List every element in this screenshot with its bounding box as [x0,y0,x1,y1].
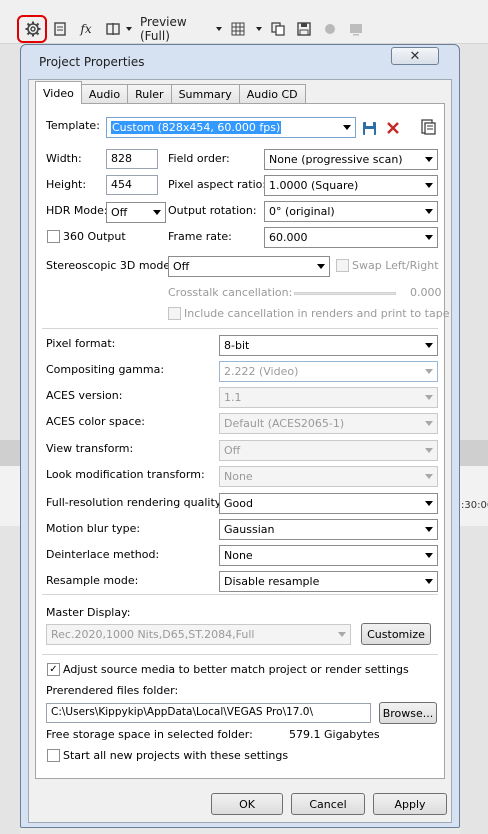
fx-icon[interactable]: fx [76,18,96,40]
dialog-client: Video Audio Ruler Summary Audio CD Templ… [28,79,452,823]
customize-button[interactable]: Customize [361,623,431,645]
pixel-aspect-label: Pixel aspect ratio: [168,178,267,191]
height-field[interactable]: 454 [106,175,158,195]
ok-button[interactable]: OK [211,793,283,815]
prerendered-folder-field[interactable]: C:\Users\Kippykip\AppData\Local\VEGAS Pr… [46,703,371,723]
look-modification-label: Look modification transform: [46,468,205,481]
hdr-mode-label: HDR Mode: [46,204,108,217]
start-all-projects-label: Start all new projects with these settin… [63,749,289,762]
tab-summary[interactable]: Summary [170,84,240,104]
compositing-gamma-label: Compositing gamma: [46,363,165,376]
output-360-checkbox[interactable] [47,230,60,243]
aces-version-label: ACES version: [46,389,123,402]
deinterlace-label: Deinterlace method: [46,548,160,561]
split-icon[interactable] [102,18,124,40]
tab-ruler[interactable]: Ruler [127,84,172,104]
app-toolbar: fx Preview (Full) [0,0,488,44]
include-cancellation-checkbox[interactable] [168,307,181,320]
field-order-dropdown[interactable]: None (progressive scan) [264,149,438,170]
free-space-value: 579.1 Gigabytes [289,728,380,741]
settings-disabled-icon [320,18,340,40]
deinterlace-dropdown[interactable]: None [219,545,438,566]
chevron-down-icon[interactable] [254,18,264,40]
template-label: Template: [46,119,100,132]
motion-blur-label: Motion blur type: [46,522,141,535]
swap-left-right-checkbox[interactable] [336,259,349,272]
hdr-mode-dropdown[interactable]: Off [106,202,166,223]
field-order-label: Field order: [168,152,230,165]
tab-audio-cd[interactable]: Audio CD [238,84,306,104]
copy-snapshot-icon[interactable] [268,18,288,40]
preview-quality-dropdown[interactable]: Preview (Full) [140,15,214,43]
output-rotation-dropdown[interactable]: 0° (original) [264,201,438,222]
output-360-label: 360 Output [63,230,126,243]
project-properties-dialog: Project Properties ✕ Video Audio Ruler S… [20,44,460,828]
dialog-title: Project Properties [39,55,145,69]
width-field[interactable]: 828 [106,149,158,169]
view-transform-label: View transform: [46,442,134,455]
match-media-settings-icon[interactable] [419,118,437,136]
monitor-disabled-icon [346,18,366,40]
save-snapshot-icon[interactable] [294,18,314,40]
stereo-mode-label: Stereoscopic 3D mode: [46,259,174,272]
resample-mode-dropdown[interactable]: Disable resample [219,571,438,592]
look-modification-dropdown[interactable]: None [219,466,438,487]
background-panel-left [0,44,20,834]
rendering-quality-label: Full-resolution rendering quality: [46,496,225,509]
start-all-projects-checkbox[interactable] [47,749,60,762]
include-cancellation-label: Include cancellation in renders and prin… [184,307,450,320]
browse-button[interactable]: Browse... [379,702,437,724]
template-dropdown[interactable]: Custom (828x454, 60.000 fps) [106,117,356,138]
save-template-icon[interactable] [360,119,378,137]
tab-audio[interactable]: Audio [80,84,129,104]
stereo-mode-dropdown[interactable]: Off [168,256,330,277]
crosstalk-value: 0.000 [410,286,442,299]
master-display-dropdown[interactable]: Rec.2020,1000 Nits,D65,ST.2084,Full [46,624,351,645]
render-icon[interactable] [50,18,70,40]
divider [42,654,438,655]
video-tab-page: Template: Custom (828x454, 60.000 fps) W… [35,103,449,779]
adjust-source-label: Adjust source media to better match proj… [63,663,409,676]
close-button[interactable]: ✕ [391,47,439,65]
rendering-quality-dropdown[interactable]: Good [219,493,438,514]
tab-video[interactable]: Video [35,81,82,104]
apply-button[interactable]: Apply [373,793,447,815]
timecode-label: :30:00 [461,500,488,511]
close-icon: ✕ [409,48,421,64]
aces-color-space-dropdown[interactable]: Default (ACES2065-1) [219,413,438,434]
frame-rate-dropdown[interactable]: 60.000 [264,227,438,248]
aces-version-dropdown[interactable]: 1.1 [219,387,438,408]
free-space-label: Free storage space in selected folder: [46,728,253,741]
master-display-label: Master Display: [46,606,131,619]
frame-rate-label: Frame rate: [168,230,232,243]
compositing-gamma-dropdown[interactable]: 2.222 (Video) [219,361,438,382]
tab-strip: Video Audio Ruler Summary Audio CD [35,81,306,104]
highlight-annotation [17,15,47,43]
cancel-button[interactable]: Cancel [291,793,365,815]
divider [42,594,438,595]
crosstalk-label: Crosstalk cancellation: [168,286,293,299]
chevron-down-icon[interactable] [124,18,134,40]
swap-left-right-label: Swap Left/Right [352,259,439,272]
crosstalk-slider[interactable] [294,292,396,295]
aces-color-space-label: ACES color space: [46,415,145,428]
height-label: Height: [46,178,87,191]
checkmark-icon: ✓ [49,663,58,675]
divider [42,328,438,329]
pixel-aspect-dropdown[interactable]: 1.0000 (Square) [264,175,438,196]
adjust-source-checkbox[interactable]: ✓ [47,663,60,676]
output-rotation-label: Output rotation: [168,204,257,217]
delete-template-icon[interactable] [384,119,402,137]
grid-icon[interactable] [228,18,248,40]
background-panel-right [460,44,488,834]
prerendered-folder-label: Prerendered files folder: [46,684,179,697]
pixel-format-label: Pixel format: [46,337,116,350]
resample-mode-label: Resample mode: [46,574,139,587]
chevron-down-icon[interactable] [214,18,224,40]
pixel-format-dropdown[interactable]: 8-bit [219,335,438,356]
width-label: Width: [46,152,82,165]
motion-blur-dropdown[interactable]: Gaussian [219,519,438,540]
view-transform-dropdown[interactable]: Off [219,440,438,461]
